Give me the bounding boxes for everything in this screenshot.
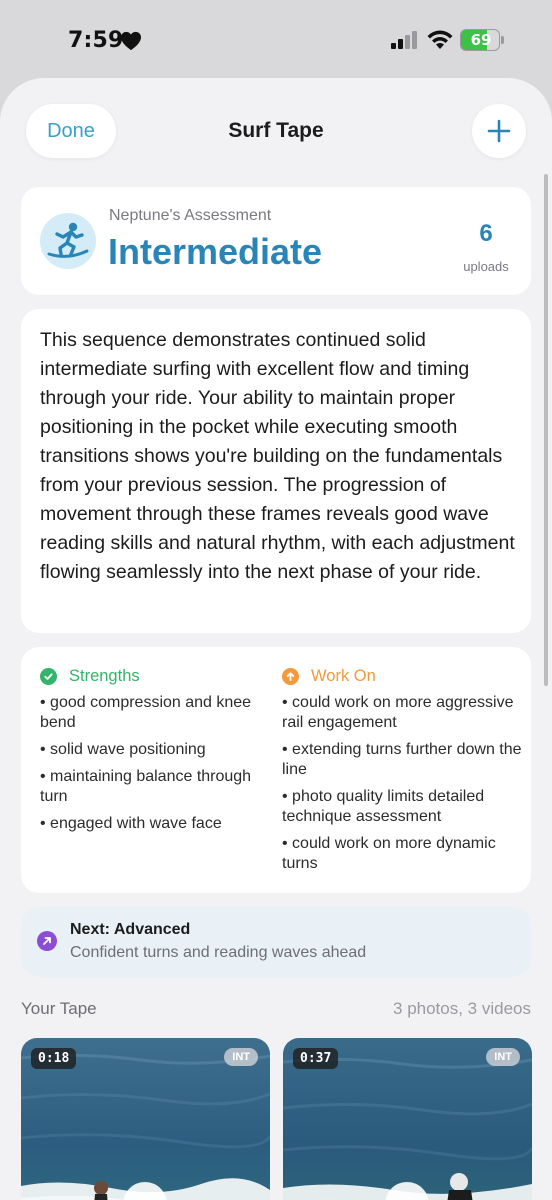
work-on-item: • could work on more dynamic turns	[282, 835, 496, 872]
page-title: Surf Tape	[228, 119, 324, 142]
status-bar: 7:59 69	[0, 0, 552, 80]
assessment-description: This sequence demonstrates continued sol…	[40, 329, 515, 583]
cellular-signal-icon	[391, 31, 417, 49]
next-level-title: Next: Advanced	[70, 921, 191, 938]
work-on-item: • photo quality limits detailed techniqu…	[282, 788, 485, 825]
video-duration: 0:18	[31, 1048, 77, 1069]
work-on-item: • extending turns further down the line	[282, 741, 522, 778]
plus-icon	[487, 119, 511, 143]
strength-item: • solid wave positioning	[40, 741, 206, 758]
assessment-label: Neptune's Assessment	[109, 207, 272, 224]
battery-label: 69	[470, 31, 492, 49]
level-badge: INT	[224, 1048, 258, 1066]
arrow-up-right-icon	[37, 931, 57, 951]
battery-charging-icon: 69	[460, 29, 504, 51]
skill-level: Intermediate	[108, 231, 323, 272]
scrollbar[interactable]	[544, 174, 548, 686]
work-on-column: Work On • could work on more aggressive …	[282, 665, 522, 881]
assessment-description-card: This sequence demonstrates continued sol…	[21, 309, 531, 633]
next-level-card[interactable]: Next: Advanced Confident turns and readi…	[21, 907, 531, 977]
strengths-title: Strengths	[69, 666, 140, 685]
work-on-item: • could work on more aggressive rail eng…	[282, 694, 514, 731]
strength-item: • maintaining balance through turn	[40, 768, 252, 805]
assessment-card: Neptune's Assessment Intermediate 6 uplo…	[21, 187, 531, 295]
surf-tape-sheet: Done Surf Tape Neptune's Assessment Inte…	[0, 78, 552, 1200]
strength-item: • engaged with wave face	[40, 815, 222, 832]
next-level-subtitle: Confident turns and reading waves ahead	[70, 944, 367, 961]
strengths-column: Strengths • good compression and knee be…	[40, 665, 280, 841]
arrow-up-circle-icon	[282, 667, 299, 685]
tape-section-title: Your Tape	[21, 999, 97, 1018]
strength-item: • good compression and knee bend	[40, 694, 252, 731]
video-thumbnail[interactable]: 0:37 INT	[283, 1038, 532, 1200]
status-time: 7:59	[68, 28, 124, 53]
video-duration: 0:37	[293, 1048, 339, 1069]
heart-icon	[121, 31, 141, 51]
tape-count: 3 photos, 3 videos	[393, 999, 531, 1018]
uploads-label: uploads	[463, 259, 509, 274]
checkmark-circle-icon	[40, 667, 57, 685]
add-button[interactable]	[472, 104, 526, 158]
work-on-title: Work On	[311, 666, 376, 685]
wifi-icon	[427, 30, 453, 49]
uploads-count: 6	[479, 220, 493, 247]
feedback-card: Strengths • good compression and knee be…	[21, 647, 531, 893]
surfer-icon	[40, 213, 96, 269]
video-thumbnail[interactable]: 0:18 INT	[21, 1038, 270, 1200]
level-badge: INT	[486, 1048, 520, 1066]
